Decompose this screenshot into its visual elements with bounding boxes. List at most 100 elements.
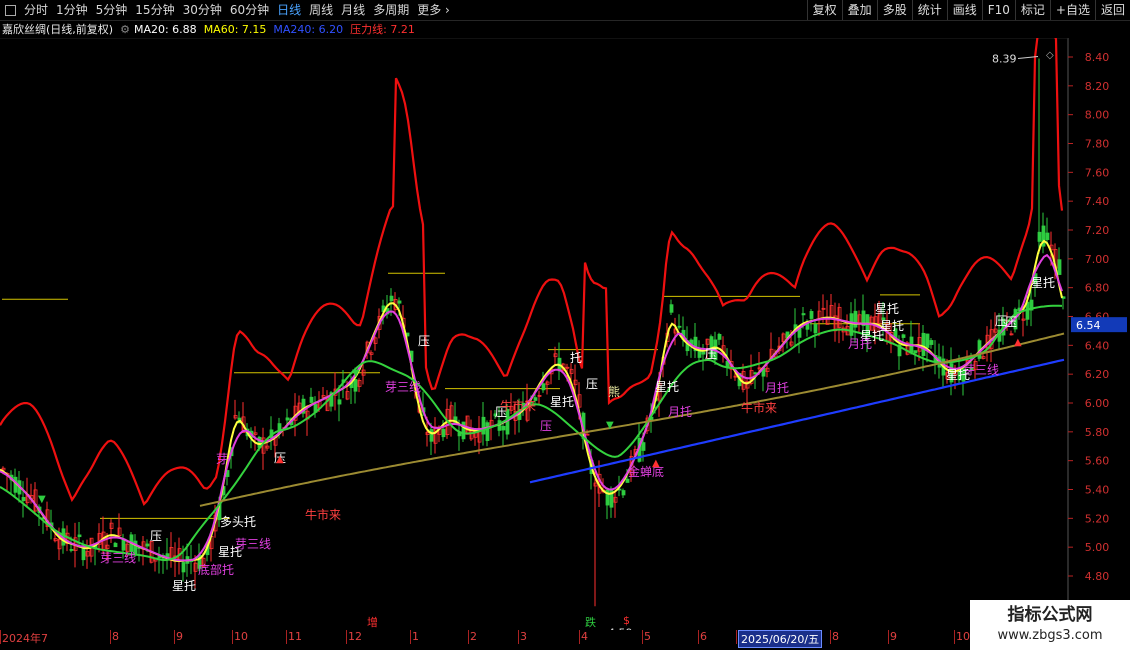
annotation-label: 压 <box>586 377 598 391</box>
date-tick <box>736 630 737 644</box>
candle-body <box>921 332 926 356</box>
event-marker-zeng: 增 <box>367 616 378 629</box>
menu-icon[interactable] <box>5 4 16 16</box>
candle-body <box>925 333 930 348</box>
candle-body <box>929 340 934 345</box>
tab-15min[interactable]: 15分钟 <box>131 0 178 20</box>
annotation-label: 星托 <box>946 368 970 382</box>
annotation-label: 月托 <box>848 337 872 351</box>
tab-multi-period[interactable]: 多周期 <box>369 0 413 20</box>
tab-weekly[interactable]: 周线 <box>305 0 337 20</box>
date-label: 2024年7 <box>2 632 48 645</box>
candle-body <box>853 310 858 328</box>
y-tick-label: 5.00 <box>1085 541 1110 554</box>
date-tick <box>518 630 519 644</box>
tab-60min[interactable]: 60分钟 <box>226 0 273 20</box>
back-button[interactable]: 返回 <box>1094 0 1130 20</box>
date-label: 10 <box>956 630 970 643</box>
signal-arrow-icon: ▲ <box>276 454 284 465</box>
tab-monthly[interactable]: 月线 <box>337 0 369 20</box>
candle-body <box>849 313 854 336</box>
add-watchlist-button[interactable]: +自选 <box>1049 0 1095 20</box>
multi-stock-button[interactable]: 多股 <box>876 0 912 20</box>
indicator-legend: 嘉欣丝绸(日线,前复权) ⚙ MA20: 6.88 MA60: 7.15 MA2… <box>2 21 422 37</box>
candle-body <box>485 422 490 441</box>
date-tick <box>468 630 469 644</box>
y-tick-label: 7.20 <box>1085 224 1110 237</box>
right-tools: 复权 叠加 多股 统计 画线 F10 标记 +自选 返回 <box>806 0 1130 20</box>
annotation-label: 月托 <box>765 381 789 395</box>
date-label: 8 <box>112 630 119 643</box>
annotation-label: 芽 <box>216 452 228 466</box>
date-label: 4 <box>581 630 588 643</box>
stock-title: 嘉欣丝绸(日线,前复权) <box>2 23 114 36</box>
tab-more-label: 更多 <box>417 3 442 17</box>
candle-body <box>353 379 358 392</box>
annotation-label: 星托 <box>550 395 574 409</box>
candle-body <box>501 425 506 431</box>
candle-body <box>69 549 74 551</box>
date-label: 9 <box>176 630 183 643</box>
tab-5min[interactable]: 5分钟 <box>92 0 132 20</box>
annotation-label: 星托 <box>880 319 904 333</box>
date-tick <box>232 630 233 644</box>
candle-body <box>541 383 546 391</box>
annotation-label: 压 <box>705 347 717 361</box>
candle-body <box>309 396 314 403</box>
y-tick-label: 8.20 <box>1085 80 1110 93</box>
date-tick <box>174 630 175 644</box>
tab-daily[interactable]: 日线 <box>273 0 305 20</box>
annotation-label: 芽三线 <box>235 537 271 551</box>
candle-body <box>181 562 186 573</box>
y-tick-label: 7.60 <box>1085 166 1110 179</box>
date-label: 1 <box>412 630 419 643</box>
tab-fenshi[interactable]: 分时 <box>20 0 52 20</box>
high-price-label: 8.39 <box>992 52 1017 65</box>
candle-body <box>113 542 118 548</box>
f10-button[interactable]: F10 <box>981 0 1015 20</box>
statistics-button[interactable]: 统计 <box>911 0 947 20</box>
candle-body <box>285 417 290 421</box>
tab-30min[interactable]: 30分钟 <box>179 0 226 20</box>
candle-body <box>809 311 814 319</box>
adjust-button[interactable]: 复权 <box>806 0 842 20</box>
signal-arrow-icon: ▼ <box>352 368 360 379</box>
y-tick-label: 8.00 <box>1085 109 1110 122</box>
mark-button[interactable]: 标记 <box>1014 0 1050 20</box>
tab-1min[interactable]: 1分钟 <box>52 0 92 20</box>
annotation-label: 芽三线 <box>100 551 136 565</box>
diamond-icon: ◇ <box>1046 50 1054 61</box>
date-tick <box>954 630 955 644</box>
y-tick-label: 5.80 <box>1085 426 1110 439</box>
signal-arrow-icon: ▲ <box>652 458 660 469</box>
ma240-value: MA240: 6.20 <box>273 22 344 36</box>
candle-body <box>1045 232 1050 241</box>
date-label: 2025/06/20/五 <box>738 630 823 648</box>
overlay-button[interactable]: 叠加 <box>841 0 877 20</box>
annotation-label: 芽三线 <box>385 380 421 394</box>
candle-body <box>77 534 82 538</box>
draw-line-button[interactable]: 画线 <box>946 0 982 20</box>
y-tick-label: 7.40 <box>1085 195 1110 208</box>
annotation-label: 星托 <box>875 302 899 316</box>
candle-body <box>397 300 402 304</box>
candle-body <box>625 478 630 483</box>
settings-icon[interactable]: ⚙ <box>120 23 130 36</box>
candle-body <box>389 295 394 302</box>
candle-body <box>1037 231 1042 242</box>
date-tick <box>642 630 643 644</box>
candle-body <box>813 323 818 334</box>
kline-chart[interactable]: 芽三线星托底部托星托芽压压压压 星托牛市来牛市来多头托芽三线压压压压托熊金蝉底星托… <box>0 38 1130 630</box>
date-tick <box>346 630 347 644</box>
y-tick-label: 6.80 <box>1085 282 1110 295</box>
candle-body <box>441 428 446 438</box>
y-tick-label: 8.40 <box>1085 51 1110 64</box>
date-label: 8 <box>832 630 839 643</box>
candle-body <box>901 334 906 338</box>
date-tick <box>888 630 889 644</box>
y-tick-label: 6.40 <box>1085 339 1110 352</box>
candle-body <box>801 313 806 316</box>
tab-more[interactable]: 更多 › <box>413 0 454 20</box>
annotation-label: 压 <box>150 529 162 543</box>
y-tick-label: 7.80 <box>1085 138 1110 151</box>
